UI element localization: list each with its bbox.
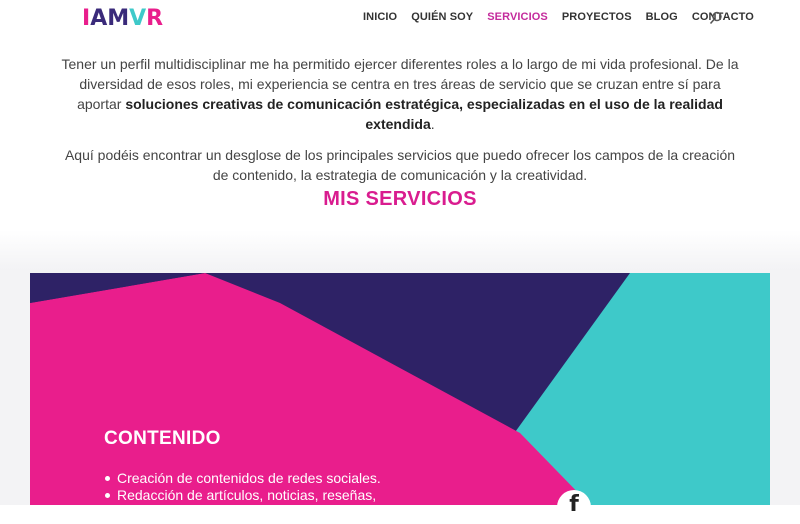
list-item: Redacción de artículos, noticias, reseña… xyxy=(105,487,381,504)
intro-highlight: soluciones creativas de comunicación est… xyxy=(125,96,723,132)
intro-paragraph-1: Tener un perfil multidisciplinar me ha p… xyxy=(61,56,739,132)
card-title: CONTENIDO xyxy=(104,428,221,449)
main-nav: INICIO QUIÉN SOY SERVICIOS PROYECTOS BLO… xyxy=(363,11,768,23)
intro-text: Tener un perfil multidisciplinar me ha p… xyxy=(60,54,740,196)
service-list: Creación de contenidos de redes sociales… xyxy=(104,470,381,504)
section-title: MIS SERVICIOS xyxy=(323,188,477,210)
nav-item-quien-soy[interactable]: QUIÉN SOY xyxy=(411,11,473,23)
search-icon[interactable] xyxy=(709,11,723,25)
list-item: Creación de contenidos de redes sociales… xyxy=(105,470,381,486)
nav-item-inicio[interactable]: INICIO xyxy=(363,11,397,23)
facebook-icon[interactable]: f xyxy=(557,490,591,524)
nav-item-servicios[interactable]: SERVICIOS xyxy=(487,11,548,23)
nav-item-blog[interactable]: BLOG xyxy=(646,11,678,23)
site-logo[interactable]: IAMVR xyxy=(82,6,163,31)
nav-item-proyectos[interactable]: PROYECTOS xyxy=(562,11,632,23)
intro-paragraph-2: Aquí podéis encontrar un desglose de los… xyxy=(64,147,736,183)
site-header: IAMVR INICIO QUIÉN SOY SERVICIOS PROYECT… xyxy=(0,0,800,36)
